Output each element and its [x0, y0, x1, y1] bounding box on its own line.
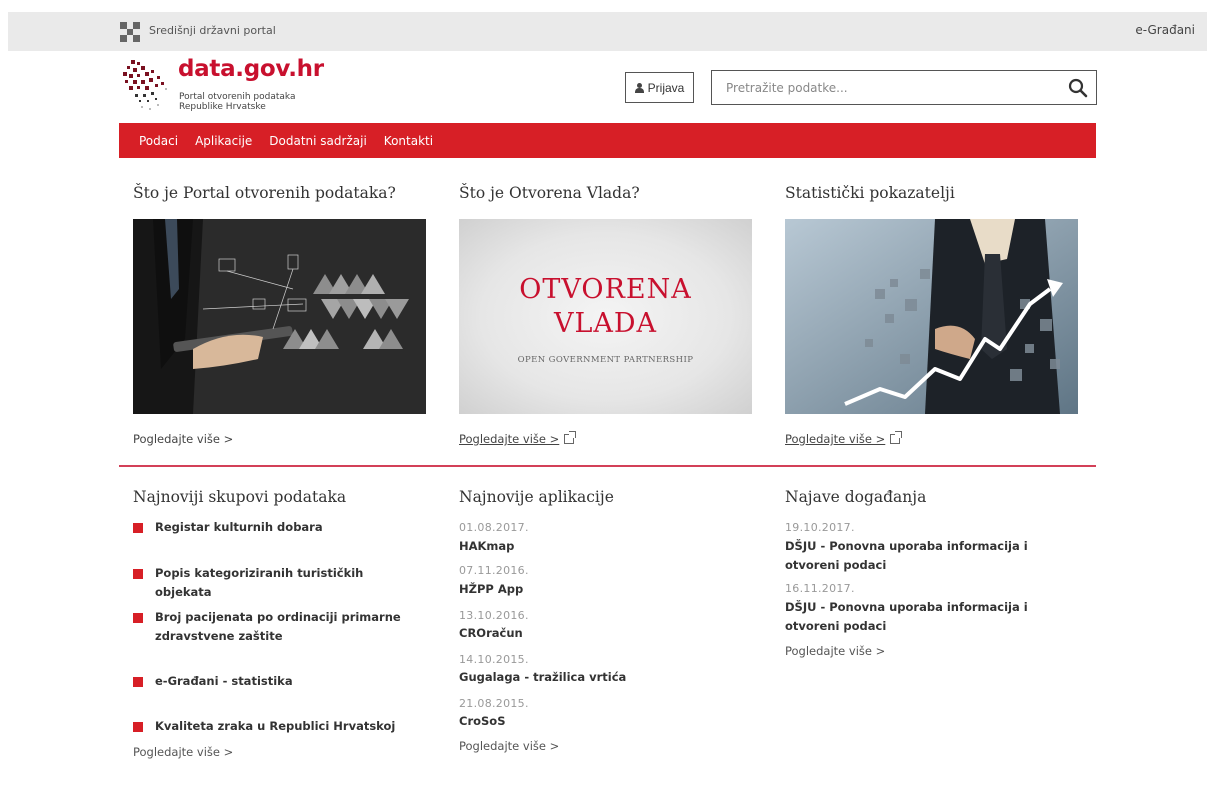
feature-image-statistika[interactable]: [785, 219, 1078, 414]
feature-link-otvorena-vlada[interactable]: Pogledajte više >: [459, 431, 577, 446]
dataset-item-label: e-Građani - statistika: [155, 674, 293, 688]
app-link[interactable]: CROračun: [459, 624, 769, 643]
app-link[interactable]: HAKmap: [459, 537, 769, 556]
feature-link-portal[interactable]: Pogledajte više >: [133, 432, 233, 446]
app-date: 01.08.2017.: [459, 521, 529, 534]
event-date: 19.10.2017.: [785, 521, 855, 534]
croatian-checkerboard-icon: [120, 22, 140, 42]
site-subtitle-line1: Portal otvorenih podataka: [179, 92, 296, 102]
site-subtitle: Portal otvorenih podataka Republike Hrva…: [179, 92, 359, 112]
site-title[interactable]: data.gov.hr: [178, 56, 324, 82]
user-icon: [634, 82, 644, 93]
section-divider: [119, 465, 1096, 467]
feature-title-statistika: Statistički pokazatelji: [785, 184, 955, 202]
event-link[interactable]: DŠJU - Ponovna uporaba informacija i otv…: [785, 537, 1075, 575]
feature-title-portal: Što je Portal otvorenih podataka?: [133, 184, 396, 202]
feature-link-statistika-label: Pogledajte više >: [785, 432, 886, 446]
app-link[interactable]: Gugalaga - tražilica vrtića: [459, 668, 769, 687]
feature-link-statistika[interactable]: Pogledajte više >: [785, 431, 903, 446]
gov-portal-link[interactable]: Središnji državni portal: [149, 24, 276, 37]
nav-item-kontakti[interactable]: Kontakti: [384, 134, 433, 148]
bullet-square-icon: [133, 523, 143, 533]
dataset-item-label: Registar kulturnih dobara: [155, 520, 323, 534]
dataset-item[interactable]: e-Građani - statistika: [133, 672, 423, 691]
app-date: 07.11.2016.: [459, 564, 529, 577]
feature-image-portal[interactable]: [133, 219, 426, 414]
search-icon[interactable]: [1068, 78, 1088, 98]
app-link[interactable]: CroSoS: [459, 712, 769, 731]
app-date: 13.10.2016.: [459, 609, 529, 622]
nav-item-podaci[interactable]: Podaci: [139, 134, 178, 148]
ogp-title-line2: VLADA: [553, 308, 658, 339]
data-gov-logo-icon[interactable]: [121, 58, 173, 118]
datasets-more-link[interactable]: Pogledajte više >: [133, 745, 233, 759]
site-subtitle-line2: Republike Hrvatske: [179, 102, 266, 112]
bullet-square-icon: [133, 677, 143, 687]
events-more-link[interactable]: Pogledajte više >: [785, 644, 885, 658]
login-label: Prijava: [647, 80, 685, 95]
external-link-icon: [890, 431, 903, 444]
search-box: [711, 70, 1097, 105]
dataset-item[interactable]: Broj pacijenata po ordinaciji primarne z…: [133, 608, 403, 646]
datasets-title: Najnoviji skupovi podataka: [133, 488, 347, 506]
bullet-square-icon: [133, 722, 143, 732]
dataset-item[interactable]: Kvaliteta zraka u Republici Hrvatskoj: [133, 717, 423, 736]
external-link-icon: [564, 431, 577, 444]
bullet-square-icon: [133, 613, 143, 623]
login-button[interactable]: Prijava: [625, 72, 694, 103]
events-title: Najave događanja: [785, 488, 927, 506]
app-date: 21.08.2015.: [459, 697, 529, 710]
app-link[interactable]: HŽPP App: [459, 580, 769, 599]
apps-title: Najnovije aplikacije: [459, 488, 614, 506]
event-date: 16.11.2017.: [785, 582, 855, 595]
apps-more-link[interactable]: Pogledajte više >: [459, 739, 559, 753]
main-nav: Podaci Aplikacije Dodatni sadržaji Konta…: [119, 123, 1096, 158]
dataset-item[interactable]: Registar kulturnih dobara: [133, 518, 423, 537]
event-link[interactable]: DŠJU - Ponovna uporaba informacija i otv…: [785, 598, 1075, 636]
bullet-square-icon: [133, 569, 143, 579]
dataset-item-label: Kvaliteta zraka u Republici Hrvatskoj: [155, 719, 396, 733]
nav-item-dodatni-sadrzaji[interactable]: Dodatni sadržaji: [269, 134, 367, 148]
dataset-item[interactable]: Popis kategoriziranih turističkih objeka…: [133, 564, 423, 602]
dataset-item-label: Broj pacijenata po ordinaciji primarne z…: [155, 610, 401, 643]
ogp-subtitle: OPEN GOVERNMENT PARTNERSHIP: [517, 355, 694, 365]
search-input[interactable]: [712, 71, 1052, 104]
feature-image-otvorena-vlada[interactable]: OTVORENA VLADA OPEN GOVERNMENT PARTNERSH…: [459, 219, 752, 414]
nav-item-aplikacije[interactable]: Aplikacije: [195, 134, 252, 148]
egradani-link[interactable]: e-Građani: [1135, 23, 1195, 37]
ogp-title-line1: OTVORENA: [519, 274, 692, 305]
feature-title-otvorena-vlada: Što je Otvorena Vlada?: [459, 184, 640, 202]
app-date: 14.10.2015.: [459, 653, 529, 666]
feature-link-otvorena-vlada-label: Pogledajte više >: [459, 432, 560, 446]
dataset-item-label: Popis kategoriziranih turističkih objeka…: [155, 566, 364, 599]
gov-top-bar: Središnji državni portal e-Građani: [8, 12, 1207, 51]
